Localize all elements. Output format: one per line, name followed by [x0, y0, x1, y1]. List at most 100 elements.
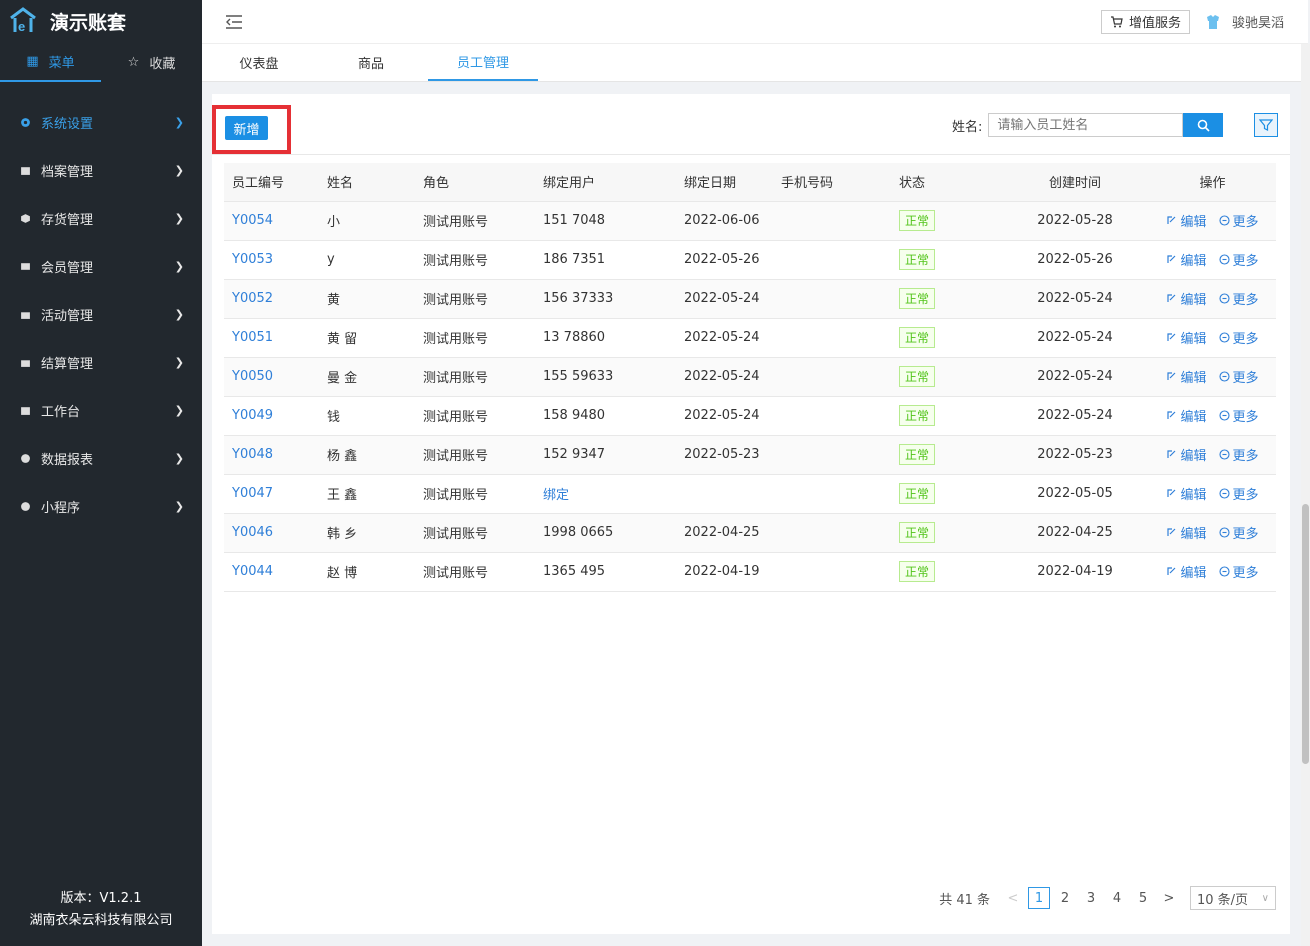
more-button[interactable]: 更多: [1218, 406, 1259, 425]
prev-page-button[interactable]: <: [1002, 887, 1024, 909]
next-page-button[interactable]: >: [1158, 887, 1180, 909]
chevron-right-icon: ❯: [174, 451, 184, 465]
status-cell: 正常: [891, 435, 1001, 475]
sidebar-item-reports[interactable]: 数据报表 ❯: [0, 434, 202, 482]
edit-icon: [1167, 528, 1176, 536]
page-3[interactable]: 3: [1080, 887, 1102, 909]
search-icon: [1197, 119, 1210, 132]
edit-button[interactable]: 编辑: [1166, 289, 1207, 308]
page-1[interactable]: 1: [1028, 887, 1050, 909]
page-size-select[interactable]: 10 条/页 ∨: [1190, 886, 1276, 910]
sidebar-item-activities[interactable]: 活动管理 ❯: [0, 290, 202, 338]
employee-code-link[interactable]: Y0044: [224, 552, 319, 592]
phone-number: [773, 279, 891, 319]
edit-button[interactable]: 编辑: [1166, 406, 1207, 425]
employee-code-link[interactable]: Y0046: [224, 513, 319, 553]
page-2[interactable]: 2: [1054, 887, 1076, 909]
sidebar-item-mini-program[interactable]: 小程序 ❯: [0, 482, 202, 530]
bind-date: 2022-05-24: [676, 357, 773, 397]
edit-button[interactable]: 编辑: [1166, 367, 1207, 386]
created-time: 2022-04-19: [1001, 552, 1141, 592]
more-button[interactable]: 更多: [1218, 367, 1259, 386]
created-time: 2022-05-24: [1001, 357, 1141, 397]
app-title: 演示账套: [50, 11, 127, 34]
employee-name: 黄 留: [319, 318, 415, 358]
edit-icon: [1167, 450, 1176, 458]
sidebar-item-inventory[interactable]: 存货管理 ❯: [0, 194, 202, 242]
table-row: Y0054 小测试用账号 151 7048 2022-06-06 正常 2022-05-2…: [224, 201, 1276, 241]
collapse-menu-icon[interactable]: [224, 13, 244, 31]
more-label: 更多: [1232, 488, 1259, 503]
more-circle-icon: [1218, 488, 1230, 499]
edit-button[interactable]: 编辑: [1166, 211, 1207, 230]
phone-number: [773, 513, 891, 553]
bind-date: 2022-05-24: [676, 318, 773, 358]
edit-button[interactable]: 编辑: [1166, 445, 1207, 464]
actions-cell: 编辑 更多: [1141, 318, 1276, 358]
edit-label: 编辑: [1180, 527, 1207, 542]
actions-cell: 编辑 更多: [1141, 435, 1276, 475]
col-phone-header: 手机号码: [773, 163, 891, 202]
more-button[interactable]: 更多: [1218, 484, 1259, 503]
page-4[interactable]: 4: [1106, 887, 1128, 909]
page-tabs: 仪表盘 商品 员工管理: [202, 44, 1308, 82]
employee-name: 赵 博: [319, 552, 415, 592]
edit-button[interactable]: 编辑: [1166, 250, 1207, 269]
tab-employee-management[interactable]: 员工管理: [428, 44, 538, 81]
sidebar-item-archives[interactable]: 档案管理 ❯: [0, 146, 202, 194]
sidebar-item-members[interactable]: 会员管理 ❯: [0, 242, 202, 290]
more-button[interactable]: 更多: [1218, 562, 1259, 581]
created-time: 2022-05-24: [1001, 279, 1141, 319]
employee-code-link[interactable]: Y0053: [224, 240, 319, 280]
bound-user-text: 186 7351: [543, 252, 606, 267]
col-created-header: 创建时间: [1001, 163, 1141, 202]
employee-code-link[interactable]: Y0047: [224, 474, 319, 514]
sidebar-item-label: 存货管理: [41, 212, 94, 228]
sidebar-item-settlement[interactable]: 结算管理 ❯: [0, 338, 202, 386]
tab-dashboard[interactable]: 仪表盘: [204, 44, 314, 81]
tab-favorites[interactable]: ☆ 收藏: [101, 42, 202, 82]
page-scrollbar[interactable]: [1301, 44, 1310, 946]
value-service-label: 增值服务: [1128, 16, 1181, 31]
edit-button[interactable]: 编辑: [1166, 562, 1207, 581]
more-button[interactable]: 更多: [1218, 289, 1259, 308]
employee-code-link[interactable]: Y0052: [224, 279, 319, 319]
sidebar-item-workbench[interactable]: 工作台 ❯: [0, 386, 202, 434]
bound-user[interactable]: 绑定: [533, 474, 676, 514]
employee-code-link[interactable]: Y0049: [224, 396, 319, 436]
tab-menu[interactable]: ▦ 菜单: [0, 42, 101, 82]
phone-number: [773, 474, 891, 514]
value-service-button[interactable]: 增值服务: [1100, 9, 1190, 34]
edit-button[interactable]: 编辑: [1166, 523, 1207, 542]
more-button[interactable]: 更多: [1218, 211, 1259, 230]
svg-text:e: e: [18, 19, 25, 34]
page-5[interactable]: 5: [1132, 887, 1154, 909]
more-button[interactable]: 更多: [1218, 250, 1259, 269]
chevron-right-icon: ❯: [174, 259, 184, 273]
more-button[interactable]: 更多: [1218, 445, 1259, 464]
created-time: 2022-05-23: [1001, 435, 1141, 475]
sidebar-item-system-settings[interactable]: 系统设置 ❯: [0, 98, 202, 146]
filter-button[interactable]: [1254, 113, 1278, 137]
more-button[interactable]: 更多: [1218, 328, 1259, 347]
employee-code-link[interactable]: Y0048: [224, 435, 319, 475]
scrollbar-thumb[interactable]: [1302, 504, 1309, 764]
employee-name: 王 鑫: [319, 474, 415, 514]
more-circle-icon: [1218, 410, 1230, 421]
edit-button[interactable]: 编辑: [1166, 328, 1207, 347]
edit-icon: [1167, 333, 1176, 341]
sidebar-item-label: 小程序: [41, 500, 81, 516]
user-name: 骏驰昊滔: [1231, 16, 1284, 31]
user-menu[interactable]: 骏驰昊滔: [1204, 12, 1284, 31]
edit-button[interactable]: 编辑: [1166, 484, 1207, 503]
more-circle-icon: [1218, 449, 1230, 460]
employee-code-link[interactable]: Y0050: [224, 357, 319, 397]
name-search-input[interactable]: [988, 113, 1184, 137]
more-button[interactable]: 更多: [1218, 523, 1259, 542]
add-button[interactable]: 新增: [225, 116, 268, 140]
tab-products[interactable]: 商品: [316, 44, 426, 81]
employee-code-link[interactable]: Y0051: [224, 318, 319, 358]
employee-code-link[interactable]: Y0054: [224, 201, 319, 241]
app-logo: e 演示账套: [0, 0, 202, 42]
search-button[interactable]: [1183, 113, 1224, 137]
